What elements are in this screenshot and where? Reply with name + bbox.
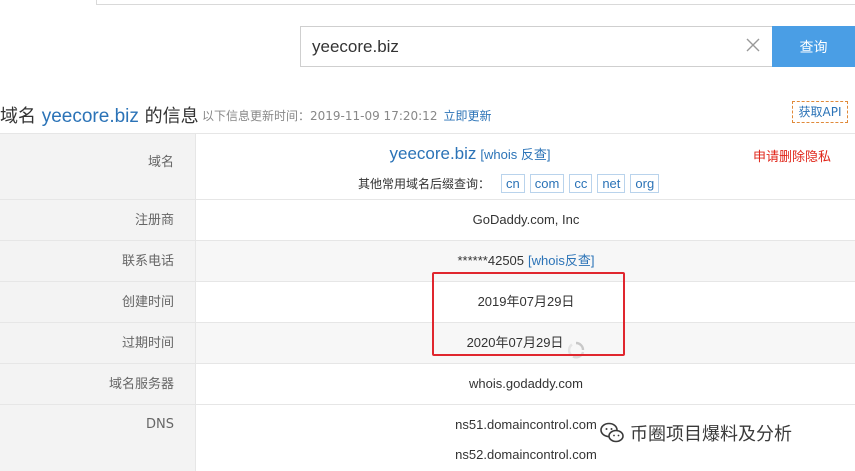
phone-value: ******42505 — [457, 253, 525, 268]
suffix-org[interactable]: org — [630, 174, 660, 193]
get-api-button[interactable]: 获取API — [792, 101, 848, 123]
table-row-created: 创建时间 2019年07月29日 — [0, 281, 855, 322]
suffix-net[interactable]: net — [597, 174, 626, 193]
delete-privacy-link[interactable]: 申请删除隐私 — [753, 146, 831, 165]
suffix-cn[interactable]: cn — [501, 174, 525, 193]
update-time-text: 以下信息更新时间：2019-11-09 17:20:12 — [202, 109, 438, 123]
title-domain: yeecore.biz — [41, 106, 139, 127]
suffix-com[interactable]: com — [529, 174, 565, 193]
tab-underline — [96, 4, 855, 5]
title-prefix: 域名 — [0, 106, 36, 127]
suffix-list: 其他常用域名后缀查询： cn com cc net org — [358, 174, 660, 193]
row-label: 创建时间 — [0, 282, 196, 322]
row-value: yeecore.biz [whois 反查] 其他常用域名后缀查询： cn com cc… — [197, 134, 855, 199]
created-value: 2019年07月29日 — [477, 294, 575, 309]
row-label: 注册商 — [0, 200, 196, 240]
row-label: 过期时间 — [0, 323, 196, 363]
row-label: 域名 — [0, 134, 196, 199]
row-label: 联系电话 — [0, 241, 196, 281]
wechat-icon — [600, 422, 624, 444]
search-bar: 查询 — [300, 26, 855, 67]
table-row-phone: 联系电话 ******42505 [whois反查] — [0, 240, 855, 281]
search-button[interactable]: 查询 — [772, 26, 855, 67]
table-row-expires: 过期时间 2020年07月29日 — [0, 322, 855, 363]
domain-name: yeecore.biz — [389, 144, 477, 163]
table-row-nameserver: 域名服务器 whois.godaddy.com — [0, 363, 855, 404]
expires-value-cell: 2020年07月29日 — [197, 323, 855, 363]
search-input[interactable] — [300, 26, 772, 67]
whois-reverse-link[interactable]: [whois 反查] — [480, 147, 550, 162]
phone-value-cell: ******42505 [whois反查] — [197, 241, 855, 281]
table-row-registrar: 注册商 GoDaddy.com, Inc — [0, 199, 855, 240]
refresh-link[interactable]: 立即更新 — [443, 109, 491, 123]
close-icon[interactable] — [744, 36, 762, 54]
refresh-spinner-icon[interactable] — [567, 335, 585, 358]
watermark: 币圈项目爆料及分析 — [600, 420, 792, 450]
suffix-cc[interactable]: cc — [569, 174, 593, 193]
table-row-domain: 域名 yeecore.biz [whois 反查] 其他常用域名后缀查询： cn co… — [0, 133, 855, 199]
tab-bar — [0, 0, 855, 6]
row-label: 域名服务器 — [0, 364, 196, 404]
suffix-label: 其他常用域名后缀查询： — [358, 177, 491, 191]
expires-value: 2020年07月29日 — [466, 335, 564, 350]
row-label: DNS — [0, 405, 196, 471]
title-suffix: 的信息 — [144, 106, 199, 127]
update-info: 以下信息更新时间：2019-11-09 17:20:12 立即更新 — [202, 107, 491, 124]
registrar-value: GoDaddy.com, Inc — [472, 212, 580, 227]
watermark-text: 币圈项目爆料及分析 — [630, 424, 792, 445]
phone-whois-link[interactable]: [whois反查] — [528, 253, 594, 268]
domain-value: yeecore.biz [whois 反查] — [197, 144, 743, 164]
page-title: 域名 yeecore.biz 的信息 — [0, 102, 199, 128]
page-title-row: 域名 yeecore.biz 的信息 以下信息更新时间：2019-11-09 1… — [0, 96, 855, 132]
nameserver-value: whois.godaddy.com — [469, 376, 583, 391]
